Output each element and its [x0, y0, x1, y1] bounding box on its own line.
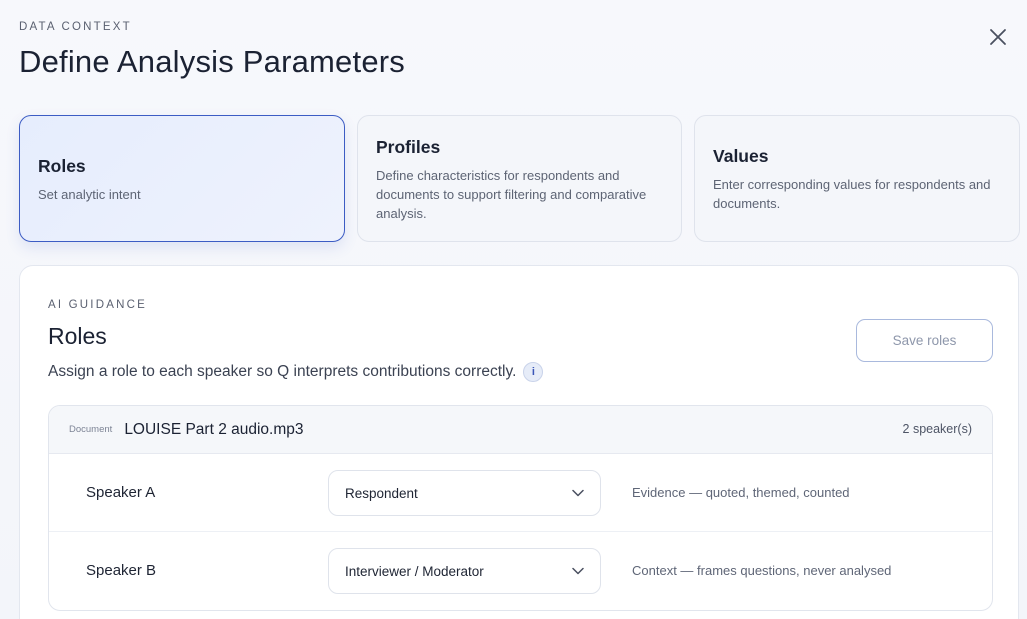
step-title: Values [713, 146, 769, 166]
panel-subtitle: Assign a role to each speaker so Q inter… [48, 362, 544, 382]
dialog-eyebrow: DATA CONTEXT [19, 21, 132, 33]
role-description: Evidence — quoted, themed, counted [632, 485, 850, 500]
step-description: Define characteristics for respondents a… [376, 168, 647, 221]
step-profiles[interactable]: Profiles Define characteristics for resp… [357, 115, 682, 242]
document-label: Document [69, 424, 113, 435]
chevron-down-icon [572, 489, 584, 497]
role-select[interactable]: Respondent [328, 470, 601, 516]
role-select-value: Respondent [345, 485, 418, 501]
data-context-dialog: DATA CONTEXT Define Analysis Parameters … [0, 0, 1027, 619]
speaker-row: Speaker A Respondent Evidence — quoted, … [49, 454, 992, 532]
save-roles-button[interactable]: Save roles [856, 319, 993, 362]
speaker-row: Speaker B Interviewer / Moderator Contex… [49, 532, 992, 610]
chevron-down-icon [572, 567, 584, 575]
step-title: Roles [38, 156, 86, 176]
step-title: Profiles [376, 137, 441, 157]
step-values[interactable]: Values Enter corresponding values for re… [694, 115, 1020, 242]
roles-panel: AI GUIDANCE Roles Assign a role to each … [19, 265, 1019, 619]
role-select[interactable]: Interviewer / Moderator [328, 548, 601, 594]
speaker-count: 2 speaker(s) [902, 422, 972, 436]
info-icon[interactable]: i [523, 362, 544, 382]
page-title: Define Analysis Parameters [19, 44, 405, 79]
step-description: Set analytic intent [38, 187, 141, 202]
role-description: Context — frames questions, never analys… [632, 563, 892, 578]
step-description: Enter corresponding values for responden… [713, 177, 991, 211]
document-header: Document LOUISE Part 2 audio.mp3 2 speak… [49, 406, 992, 454]
speaker-name: Speaker A [86, 484, 156, 501]
panel-title: Roles [48, 323, 107, 349]
close-icon [990, 29, 1006, 45]
speaker-name: Speaker B [86, 562, 157, 579]
close-button[interactable] [985, 24, 1011, 50]
step-roles[interactable]: Roles Set analytic intent [19, 115, 345, 242]
document-name: LOUISE Part 2 audio.mp3 [124, 420, 304, 438]
role-select-value: Interviewer / Moderator [345, 563, 484, 579]
panel-eyebrow: AI GUIDANCE [48, 299, 147, 311]
document-card: Document LOUISE Part 2 audio.mp3 2 speak… [48, 405, 993, 611]
panel-subtitle-text: Assign a role to each speaker so Q inter… [48, 363, 517, 380]
